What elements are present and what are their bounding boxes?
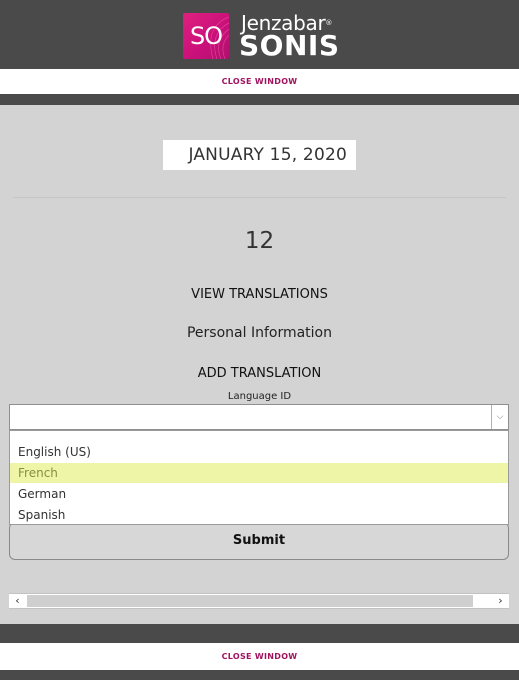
sonis-logo-badge: SO bbox=[183, 13, 229, 59]
add-translation-heading: ADD TRANSLATION bbox=[197, 366, 322, 381]
footer-bar bbox=[0, 670, 519, 680]
view-translations-heading: VIEW TRANSLATIONS bbox=[191, 287, 328, 302]
language-id-label: Language ID bbox=[227, 391, 292, 402]
language-option-french[interactable]: French bbox=[10, 463, 508, 483]
scrollbar-thumb[interactable] bbox=[27, 595, 473, 607]
section-divider bbox=[13, 197, 506, 198]
record-number: 12 bbox=[244, 228, 275, 254]
chevron-down-icon[interactable]: ⌵ bbox=[491, 405, 508, 429]
product-name: SONIS bbox=[239, 29, 340, 62]
language-option-spanish[interactable]: Spanish bbox=[10, 505, 508, 525]
brand-trademark: ® bbox=[325, 19, 333, 27]
submit-button[interactable]: Submit bbox=[9, 522, 509, 560]
language-option-german[interactable]: German bbox=[10, 484, 508, 504]
language-option-english[interactable]: English (US) bbox=[10, 442, 508, 462]
header-divider bbox=[0, 94, 519, 105]
language-dropdown-list: English (US) French German Spanish bbox=[9, 430, 509, 525]
language-id-select[interactable]: ⌵ bbox=[9, 404, 509, 430]
app-header: SO Jenzabar® SONIS bbox=[0, 0, 519, 69]
section-title: Personal Information bbox=[186, 325, 332, 341]
date-display: JANUARY 15, 2020 bbox=[163, 140, 356, 170]
close-window-link-bottom[interactable]: CLOSE WINDOW bbox=[0, 643, 519, 670]
close-window-link-top[interactable]: CLOSE WINDOW bbox=[0, 69, 519, 94]
footer-divider bbox=[0, 624, 519, 643]
logo-badge-text: SO bbox=[189, 22, 223, 50]
scroll-right-arrow-icon[interactable]: › bbox=[492, 594, 509, 608]
scroll-left-arrow-icon[interactable]: ‹ bbox=[9, 594, 26, 608]
horizontal-scrollbar[interactable]: ‹ › bbox=[9, 593, 509, 609]
